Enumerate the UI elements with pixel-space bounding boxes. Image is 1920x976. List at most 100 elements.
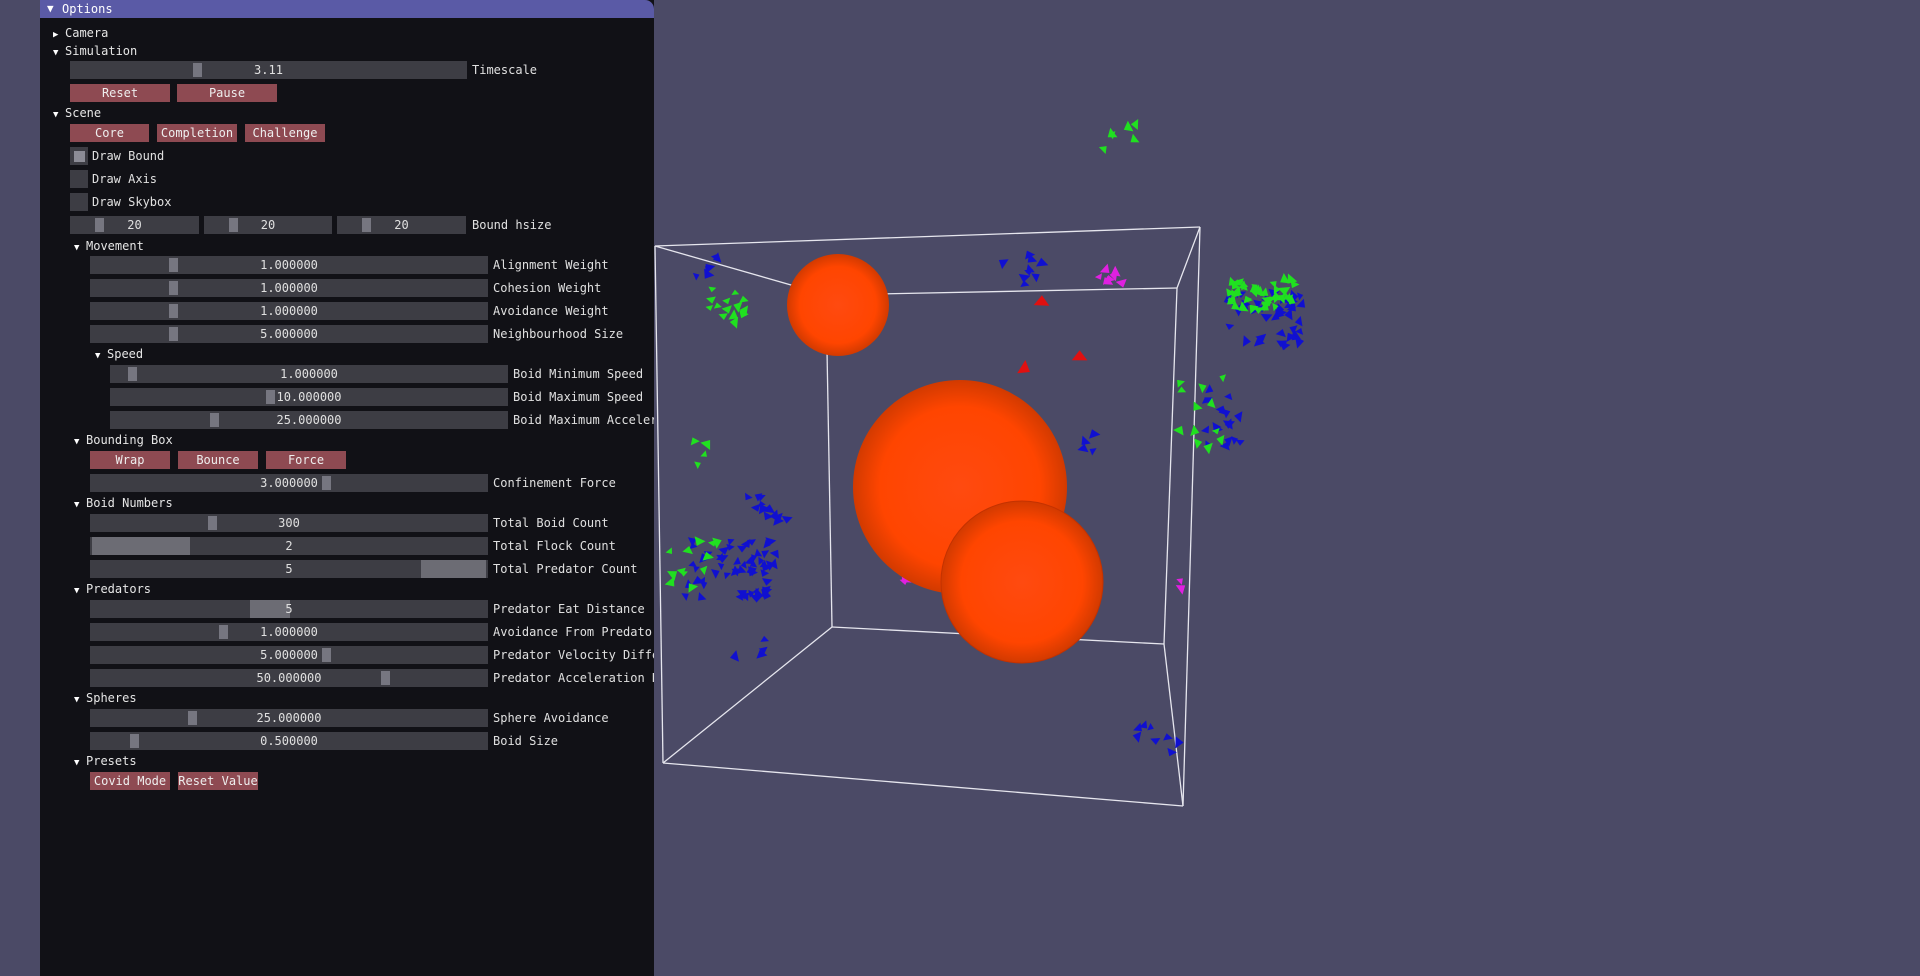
boid-numbers-header[interactable]: ▼ Boid Numbers <box>74 495 173 511</box>
avoidance-weight-label: Avoidance Weight <box>493 304 609 318</box>
boid-size-label: Boid Size <box>493 734 559 748</box>
wrap-button[interactable]: Wrap <box>90 451 170 469</box>
total-flock-count-slider[interactable]: 2 <box>90 537 488 555</box>
total-boid-count-slider[interactable]: 300 <box>90 514 488 532</box>
boid-minimum-speed-label: Boid Minimum Speed <box>513 367 644 381</box>
predators <box>1017 295 1088 374</box>
camera-header[interactable]: ▶ Camera <box>53 25 108 41</box>
boid-maximum-acceleration-label: Boid Maximum Acceler <box>513 413 654 427</box>
pause-button[interactable]: Pause <box>177 84 277 102</box>
boid-maximum-speed-slider[interactable]: 10.000000 <box>110 388 508 406</box>
boid <box>1107 127 1118 138</box>
boid <box>730 650 739 662</box>
boid <box>665 547 672 554</box>
force-button[interactable]: Force <box>266 451 346 469</box>
alignment-weight-slider[interactable]: 1.000000 <box>90 256 488 274</box>
boid <box>716 552 724 561</box>
sphere <box>940 500 1104 664</box>
sphere <box>787 254 889 356</box>
options-title-bar[interactable]: ▼ Options <box>40 0 654 18</box>
boid-maximum-acceleration-slider[interactable]: 25.000000 <box>110 411 508 429</box>
boid <box>1176 578 1183 585</box>
boid <box>762 578 773 586</box>
boid <box>713 302 722 309</box>
boid <box>699 565 708 575</box>
sphere-avoidance-label: Sphere Avoidance <box>493 711 609 725</box>
boid <box>1216 434 1225 446</box>
presets-header[interactable]: ▼ Presets <box>74 753 137 769</box>
bound-hsize-z-slider[interactable]: 20 <box>337 216 466 234</box>
boid <box>1177 379 1185 388</box>
bound-hsize-y-slider[interactable]: 20 <box>204 216 332 234</box>
predator-velocity-difference-slider[interactable]: 5.000000 <box>90 646 488 664</box>
boid <box>727 538 735 546</box>
boid <box>706 296 716 304</box>
predator-acceleration-difference-slider[interactable]: 50.000000 <box>90 669 488 687</box>
confinement-force-slider[interactable]: 3.000000 <box>90 474 488 492</box>
draw-skybox-checkbox[interactable] <box>70 193 88 211</box>
boid <box>1133 722 1142 732</box>
boid <box>781 516 793 524</box>
boid <box>693 566 700 573</box>
expanded-arrow-icon: ▼ <box>95 351 101 361</box>
draw-axis-checkbox[interactable] <box>70 170 88 188</box>
expanded-arrow-icon: ▼ <box>74 243 80 253</box>
boid <box>1242 335 1251 347</box>
boid <box>1177 386 1187 393</box>
bounding-box-header[interactable]: ▼ Bounding Box <box>74 432 173 448</box>
boid <box>1115 278 1127 288</box>
simulation-header[interactable]: ▼ Simulation <box>53 43 137 59</box>
boid <box>1205 384 1214 394</box>
avoidance-from-predator-slider[interactable]: 1.000000 <box>90 623 488 641</box>
expanded-arrow-icon: ▼ <box>74 586 80 596</box>
boid <box>718 546 729 555</box>
predators-header[interactable]: ▼ Predators <box>74 581 151 597</box>
boid <box>694 536 706 546</box>
boid <box>1150 738 1161 745</box>
boid <box>718 313 728 320</box>
expanded-arrow-icon: ▼ <box>74 695 80 705</box>
boid <box>1081 435 1091 445</box>
predator-eat-distance-label: Predator Eat Distance <box>493 602 645 616</box>
boid-size-slider[interactable]: 0.500000 <box>90 732 488 750</box>
core-button[interactable]: Core <box>70 124 149 142</box>
neighbourhood-size-label: Neighbourhood Size <box>493 327 624 341</box>
speed-header[interactable]: ▼ Speed <box>95 346 143 362</box>
draw-bound-checkbox[interactable] <box>70 147 88 165</box>
total-predator-count-label: Total Predator Count <box>493 562 638 576</box>
sphere-avoidance-slider[interactable]: 25.000000 <box>90 709 488 727</box>
spheres-header[interactable]: ▼ Spheres <box>74 690 137 706</box>
completion-button[interactable]: Completion <box>157 124 237 142</box>
avoidance-weight-slider[interactable]: 1.000000 <box>90 302 488 320</box>
neighbourhood-size-slider[interactable]: 5.000000 <box>90 325 488 343</box>
covid-mode-button[interactable]: Covid Mode <box>90 772 170 790</box>
bounce-button[interactable]: Bounce <box>178 451 258 469</box>
predator-eat-distance-slider[interactable]: 5 <box>90 600 488 618</box>
scene-header[interactable]: ▼ Scene <box>53 105 101 121</box>
reset-value-button[interactable]: Reset Value <box>178 772 258 790</box>
total-predator-count-slider[interactable]: 5 <box>90 560 488 578</box>
boid <box>745 492 753 501</box>
reset-button[interactable]: Reset <box>70 84 170 102</box>
boid <box>721 305 732 314</box>
timescale-slider[interactable]: 3.11 <box>70 61 467 79</box>
boid <box>1094 273 1102 280</box>
challenge-button[interactable]: Challenge <box>245 124 325 142</box>
boid <box>1130 133 1140 143</box>
expanded-arrow-icon: ▼ <box>74 758 80 768</box>
boid <box>726 543 735 551</box>
bound-hsize-x-slider[interactable]: 20 <box>70 216 199 234</box>
boid <box>1175 585 1186 595</box>
boid <box>1193 401 1203 411</box>
collapse-triangle-icon[interactable]: ▼ <box>47 2 54 15</box>
expanded-arrow-icon: ▼ <box>53 48 59 58</box>
boid <box>1294 316 1303 327</box>
boid <box>731 289 740 295</box>
boid <box>754 548 763 557</box>
boid <box>1098 146 1107 154</box>
movement-header[interactable]: ▼ Movement <box>74 238 144 254</box>
boid <box>664 576 675 587</box>
cohesion-weight-slider[interactable]: 1.000000 <box>90 279 488 297</box>
boid <box>733 556 741 565</box>
boid-minimum-speed-slider[interactable]: 1.000000 <box>110 365 508 383</box>
